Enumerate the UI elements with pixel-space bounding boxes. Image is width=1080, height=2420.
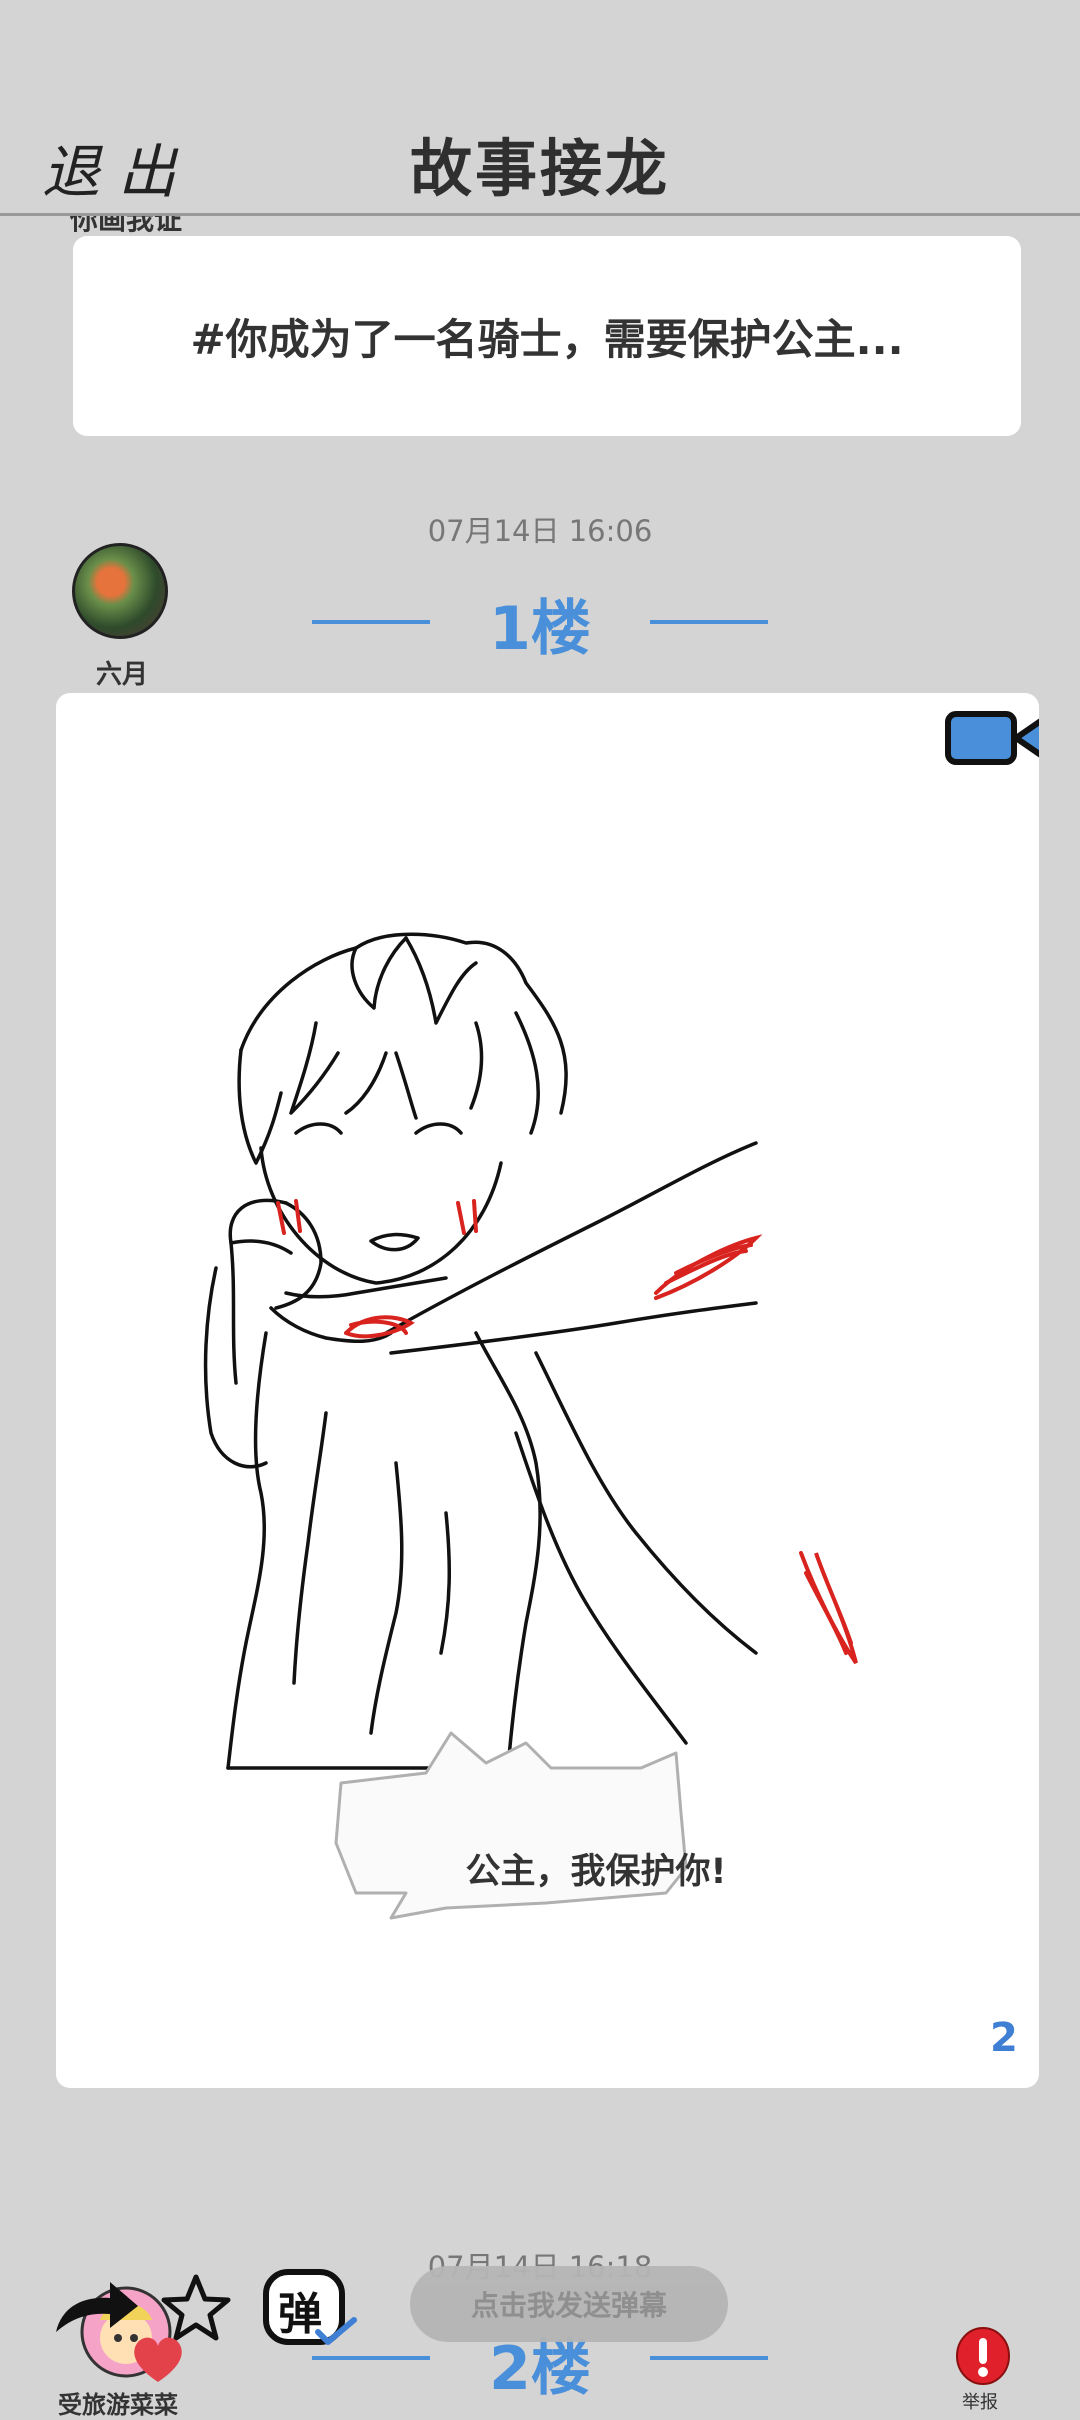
- page-number[interactable]: 2: [990, 2015, 1018, 2061]
- author-name[interactable]: 六月: [72, 654, 172, 691]
- drawing-card[interactable]: 公主，我保护你! 2: [56, 693, 1039, 2088]
- topic-text: #你成为了一名骑士，需要保护公主...: [190, 315, 904, 364]
- header-divider: [0, 213, 1080, 216]
- post-timestamp: 07月14日 16:06: [427, 514, 653, 548]
- floor-divider-right: [650, 2356, 768, 2360]
- danmaku-toggle-icon[interactable]: 弹: [262, 2268, 357, 2345]
- topic-card[interactable]: #你成为了一名骑士，需要保护公主...: [73, 236, 1021, 436]
- top-bar: 退出 故事接龙: [0, 0, 1080, 215]
- avatar[interactable]: [72, 543, 168, 639]
- floor-divider-right: [650, 620, 768, 624]
- speech-bubble-text: 公主，我保护你!: [465, 1852, 727, 1892]
- send-danmaku-button[interactable]: 点击我发送弹幕: [410, 2266, 728, 2342]
- report-label: 举报: [962, 2392, 998, 2413]
- author-name[interactable]: 受旅游菜菜: [58, 2385, 178, 2420]
- like-heart-icon[interactable]: [128, 2330, 188, 2386]
- danmaku-toggle-glyph: 弹: [278, 2289, 322, 2340]
- report-icon[interactable]: [954, 2326, 1012, 2390]
- page-title: 故事接龙: [409, 132, 670, 205]
